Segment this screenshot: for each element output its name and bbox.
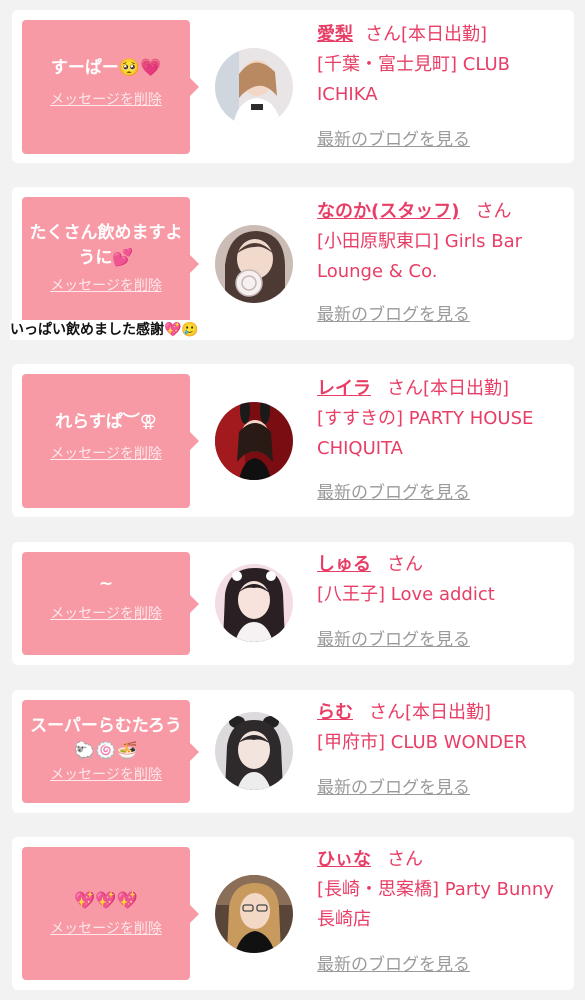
latest-blog-link[interactable]: 最新のブログを見る [317,629,470,651]
message-text: たくさん飲めますように💕 [29,223,183,268]
avatar-photo-icon [215,48,293,126]
delete-message-link[interactable]: メッセージを削除 [50,277,162,295]
latest-blog-link[interactable]: 最新のブログを見る [317,954,470,976]
message-text: すーぱー🥺💗 [50,58,162,78]
list-item: ~ メッセージを削除 しゅる さん [八王子] Love addict 最新のブロ… [12,542,574,665]
status-badge: [本日出勤] [405,702,492,723]
list-item: スーパーらむたろう🐑🍥🍜 メッセージを削除 らむ さん[本日出勤] [甲府市] C… [12,690,574,813]
host-name-link[interactable]: しゅる [317,554,371,575]
avatar-photo-icon [215,564,293,642]
message-text: 💖💖💖 [74,891,138,911]
latest-blog-link[interactable]: 最新のブログを見る [317,777,470,799]
honorific: さん [475,201,512,222]
shop-name: [長崎・思案橋] Party Bunny 長崎店 [317,879,554,930]
host-info: ひぃな さん [長崎・思案橋] Party Bunny 長崎店 [317,845,567,935]
shop-name: [すすきの] PARTY HOUSE CHIQUITA [317,408,534,459]
shop-name: [千葉・富士見町] CLUB ICHIKA [317,54,510,105]
shop-name: [小田原駅東口] Girls Bar Lounge & Co. [317,231,522,282]
message-list: すーぱー🥺💗 メッセージを削除 愛梨 さん[本日出勤] [千葉・富士見町] CLU… [0,0,585,1000]
host-name-link[interactable]: 愛梨 [317,24,353,45]
host-name-link[interactable]: ひぃな [317,849,371,870]
avatar-photo-icon [215,402,293,480]
list-item: たくさん飲めますように💕 メッセージを削除 なのか(スタッフ) さん [小田原駅東… [12,187,574,340]
delete-message-link[interactable]: メッセージを削除 [50,920,162,938]
avatar[interactable] [215,875,293,953]
host-name-link[interactable]: なのか(スタッフ) [317,201,459,222]
host-info: らむ さん[本日出勤] [甲府市] CLUB WONDER [317,698,567,758]
host-name-link[interactable]: レイラ [317,378,371,399]
avatar-photo-icon [215,712,293,790]
latest-blog-link[interactable]: 最新のブログを見る [317,482,470,504]
delete-message-link[interactable]: メッセージを削除 [50,766,162,784]
status-badge: [本日出勤] [401,24,488,45]
list-item: 💖💖💖 メッセージを削除 ひぃな さん [長崎・思案橋] Party Bunny … [12,837,574,990]
host-info: しゅる さん [八王子] Love addict [317,550,567,610]
message-bubble: たくさん飲めますように💕 メッセージを削除 [22,197,199,331]
avatar[interactable] [215,48,293,126]
host-info: なのか(スタッフ) さん [小田原駅東口] Girls Bar Lounge & … [317,197,567,287]
host-info: 愛梨 さん[本日出勤] [千葉・富士見町] CLUB ICHIKA [317,20,567,110]
message-text: スーパーらむたろう🐑🍥🍜 [30,716,182,761]
honorific: さん [365,24,401,45]
host-info: レイラ さん[本日出勤] [すすきの] PARTY HOUSE CHIQUITA [317,374,567,464]
avatar-photo-icon [215,875,293,953]
message-bubble: ~ メッセージを削除 [22,552,199,655]
message-text: れらすぱ︶⚢ [55,412,157,432]
shop-name: [甲府市] CLUB WONDER [317,732,527,753]
delete-message-link[interactable]: メッセージを削除 [50,605,162,623]
message-bubble: スーパーらむたろう🐑🍥🍜 メッセージを削除 [22,700,199,803]
shop-name: [八王子] Love addict [317,584,495,605]
avatar[interactable] [215,225,293,303]
message-bubble: すーぱー🥺💗 メッセージを削除 [22,20,199,154]
message-bubble: れらすぱ︶⚢ メッセージを削除 [22,374,199,508]
latest-blog-link[interactable]: 最新のブログを見る [317,129,470,151]
avatar[interactable] [215,712,293,790]
list-item: すーぱー🥺💗 メッセージを削除 愛梨 さん[本日出勤] [千葉・富士見町] CLU… [12,10,574,163]
overlay-note: いっぱい飲めました感謝💖🥲 [10,320,199,340]
message-bubble: 💖💖💖 メッセージを削除 [22,847,199,980]
avatar[interactable] [215,564,293,642]
list-item: れらすぱ︶⚢ メッセージを削除 レイラ さん[本日出勤] [すすきの] PARTY… [12,364,574,517]
host-name-link[interactable]: らむ [317,702,353,723]
delete-message-link[interactable]: メッセージを削除 [50,91,162,109]
honorific: さん [387,554,423,575]
latest-blog-link[interactable]: 最新のブログを見る [317,304,470,326]
message-text: ~ [98,574,114,594]
delete-message-link[interactable]: メッセージを削除 [50,445,162,463]
status-badge: [本日出勤] [423,378,510,399]
honorific: さん [387,849,423,870]
honorific: さん [369,702,405,723]
avatar[interactable] [215,402,293,480]
avatar-photo-icon [215,225,293,303]
honorific: さん [387,378,423,399]
